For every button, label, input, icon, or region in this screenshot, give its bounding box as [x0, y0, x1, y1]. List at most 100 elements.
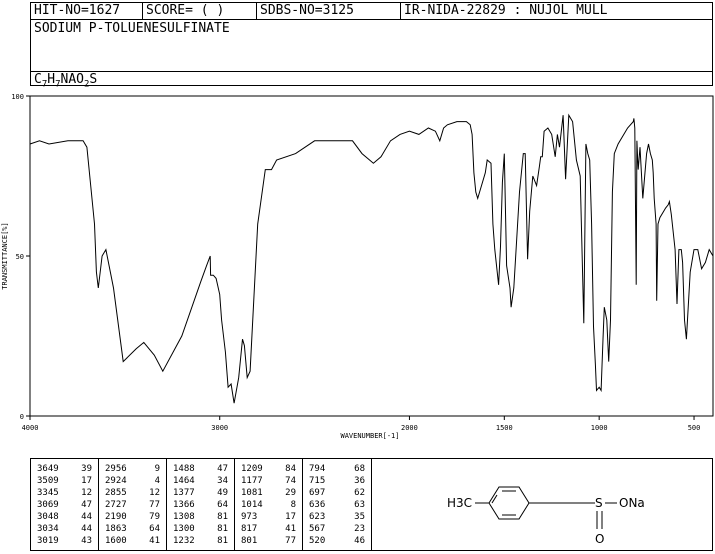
- peak-wavenumber: 2956: [105, 464, 127, 474]
- peak-wavenumber: 1863: [105, 524, 127, 534]
- peak-row: 636 63: [303, 499, 371, 511]
- peak-row: 1600 41: [99, 535, 166, 547]
- peak-transmittance: 41: [149, 536, 160, 546]
- peak-transmittance: 77: [285, 536, 296, 546]
- peak-row: 3019 43: [31, 535, 98, 547]
- peak-wavenumber: 1177: [241, 476, 263, 486]
- peak-wavenumber: 2855: [105, 488, 127, 498]
- peak-row: 2924 4: [99, 475, 166, 487]
- x-tick-label: 4000: [22, 424, 39, 432]
- peak-row: 1014 8: [235, 499, 302, 511]
- y-tick-label: 0: [20, 413, 24, 421]
- y-axis-label: TRANSMITTANCE[%]: [1, 222, 9, 289]
- peak-row: 1232 81: [167, 535, 234, 547]
- peak-row: 2190 79: [99, 511, 166, 523]
- x-tick-label: 2000: [401, 424, 418, 432]
- peak-transmittance: 12: [149, 488, 160, 498]
- plot-frame: [29, 95, 714, 417]
- peak-wavenumber: 697: [309, 488, 326, 498]
- peak-row: 3509 17: [31, 475, 98, 487]
- sulfur-label: S: [595, 496, 603, 510]
- peak-wavenumber: 794: [309, 464, 326, 474]
- peak-column: 794 68 715 36 697 62 636 63 623 35 567 23 520 46: [303, 459, 371, 550]
- peak-wavenumber: 1014: [241, 500, 263, 510]
- molecular-formula: C7H7NAO2S: [31, 71, 712, 90]
- peak-row: 794 68: [303, 463, 371, 475]
- peak-transmittance: 34: [217, 476, 228, 486]
- peak-transmittance: 68: [354, 464, 365, 474]
- formula-nao: NAO: [60, 72, 84, 87]
- peak-transmittance: 49: [217, 488, 228, 498]
- peak-wavenumber: 715: [309, 476, 326, 486]
- peak-transmittance: 35: [354, 512, 365, 522]
- peak-table: 3649 39 3509 17 3345 12 3069 47 3048 44 3034 44 3019…: [31, 459, 372, 550]
- peak-column: 1209 84 1177 74 1081 29 1014 8 973 17 817 41 801 77: [235, 459, 303, 550]
- peak-row: 567 23: [303, 523, 371, 535]
- peak-row: 2855 12: [99, 487, 166, 499]
- peak-transmittance: 77: [149, 500, 160, 510]
- peak-wavenumber: 636: [309, 500, 326, 510]
- y-tick-label: 50: [16, 253, 24, 261]
- peak-wavenumber: 1308: [173, 512, 195, 522]
- structure-diagram: H3C S ONa O: [447, 486, 645, 546]
- peak-transmittance: 12: [81, 488, 92, 498]
- peak-transmittance: 81: [217, 524, 228, 534]
- peak-row: 3345 12: [31, 487, 98, 499]
- peak-row: 2727 77: [99, 499, 166, 511]
- peak-transmittance: 44: [81, 512, 92, 522]
- formula-c: C: [34, 72, 42, 87]
- oxygen-label: O: [595, 532, 604, 546]
- peak-column: 1488 47 1464 34 1377 49 1366 64 1308 81 1300 81 1232…: [167, 459, 235, 550]
- x-tick-label: 1500: [496, 424, 513, 432]
- peak-wavenumber: 801: [241, 536, 258, 546]
- peak-transmittance: 81: [217, 536, 228, 546]
- ona-label: ONa: [619, 496, 645, 510]
- peak-row: 3034 44: [31, 523, 98, 535]
- sdbs-number: SDBS-NO=3125: [257, 3, 401, 19]
- peak-wavenumber: 3034: [37, 524, 59, 534]
- peak-row: 973 17: [235, 511, 302, 523]
- peak-wavenumber: 2190: [105, 512, 127, 522]
- peak-wavenumber: 1232: [173, 536, 195, 546]
- peak-transmittance: 9: [154, 464, 160, 474]
- peak-transmittance: 47: [81, 500, 92, 510]
- ir-nida-method: IR-NIDA-22829 : NUJOL MULL: [404, 3, 608, 18]
- peak-row: 623 35: [303, 511, 371, 523]
- peak-row: 1464 34: [167, 475, 234, 487]
- peak-wavenumber: 1377: [173, 488, 195, 498]
- peak-row: 2956 9: [99, 463, 166, 475]
- peak-wavenumber: 520: [309, 536, 326, 546]
- peak-transmittance: 29: [285, 488, 296, 498]
- hit-number: HIT-NO=1627: [31, 3, 143, 19]
- peak-wavenumber: 1366: [173, 500, 195, 510]
- header-info-row: HIT-NO=1627 SCORE= ( ) SDBS-NO=3125 IR-N…: [31, 3, 712, 20]
- peak-row: 520 46: [303, 535, 371, 547]
- ir-spectrum-chart: 4000 3000 2000 1500 1000 500 0 50 100 WAVENUMBER…: [1, 93, 714, 440]
- peak-transmittance: 81: [217, 512, 228, 522]
- y-tick-label: 100: [11, 93, 24, 101]
- peak-wavenumber: 3345: [37, 488, 59, 498]
- peak-transmittance: 46: [354, 536, 365, 546]
- compound-name: SODIUM P-TOLUENESULFINATE: [34, 21, 230, 36]
- peak-row: 3069 47: [31, 499, 98, 511]
- peak-wavenumber: 3048: [37, 512, 59, 522]
- peak-row: 3649 39: [31, 463, 98, 475]
- peak-wavenumber: 1464: [173, 476, 195, 486]
- x-tick-label: 1000: [591, 424, 608, 432]
- peak-wavenumber: 623: [309, 512, 326, 522]
- peak-transmittance: 8: [290, 500, 296, 510]
- structure-panel: H3C S ONa O: [373, 459, 712, 550]
- score: SCORE= ( ): [143, 3, 257, 19]
- peak-wavenumber: 567: [309, 524, 326, 534]
- peak-row: 1863 64: [99, 523, 166, 535]
- peak-row: 801 77: [235, 535, 302, 547]
- peak-row: 1209 84: [235, 463, 302, 475]
- peak-row: 715 36: [303, 475, 371, 487]
- peak-wavenumber: 2727: [105, 500, 127, 510]
- x-tick-label: 3000: [211, 424, 228, 432]
- peak-wavenumber: 3649: [37, 464, 59, 474]
- peak-transmittance: 17: [81, 476, 92, 486]
- spectrum-header: HIT-NO=1627 SCORE= ( ) SDBS-NO=3125 IR-N…: [30, 2, 713, 90]
- peak-transmittance: 84: [285, 464, 296, 474]
- peak-column: 3649 39 3509 17 3345 12 3069 47 3048 44 3034 44 3019…: [31, 459, 99, 550]
